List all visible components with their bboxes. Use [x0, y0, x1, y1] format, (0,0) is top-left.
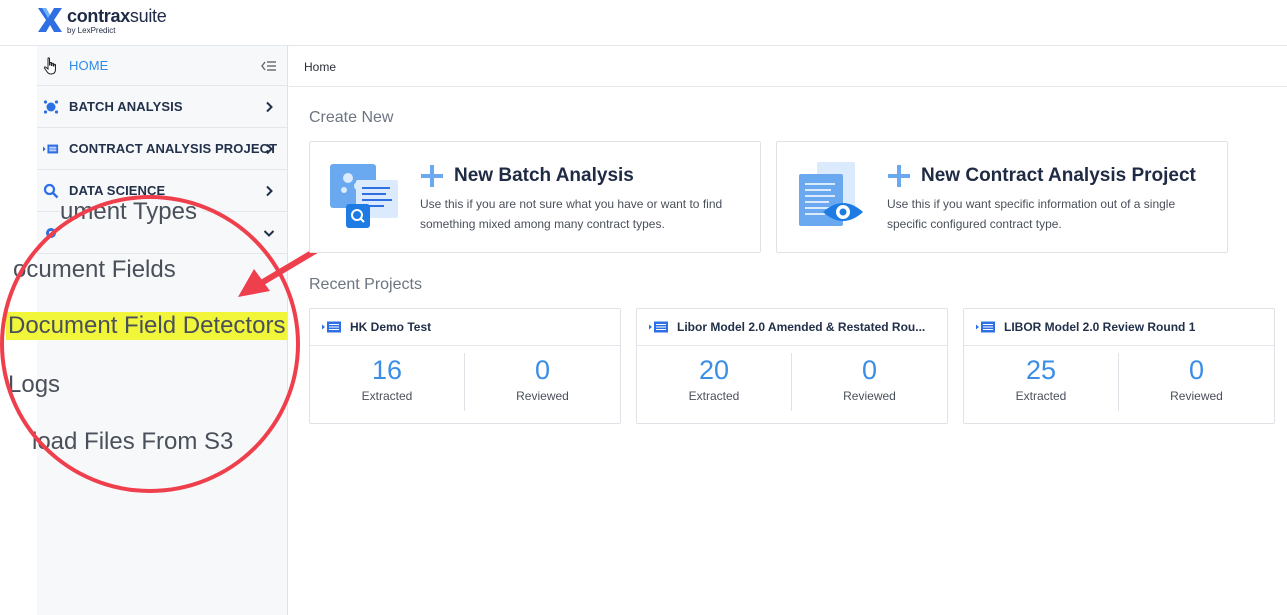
- card-description: Use this if you want specific informatio…: [887, 197, 1176, 231]
- sidebar-item-label: BATCH ANALYSIS: [69, 99, 183, 114]
- project-name: Libor Model 2.0 Amended & Restated Rou..…: [677, 320, 926, 334]
- chevron-right-icon: [266, 185, 273, 196]
- sidebar-item-contract-analysis-project[interactable]: CONTRACT ANALYSIS PROJECT: [37, 128, 287, 170]
- extracted-stat: 20 Extracted: [637, 353, 792, 411]
- extracted-label: Extracted: [1015, 389, 1067, 403]
- card-title-text: New Contract Analysis Project: [921, 165, 1196, 186]
- project-card-header: HK Demo Test: [310, 309, 620, 346]
- new-contract-analysis-project-card[interactable]: New Contract Analysis Project Use this i…: [776, 141, 1228, 253]
- project-card-header: LIBOR Model 2.0 Review Round 1: [964, 309, 1274, 346]
- reviewed-label: Reviewed: [516, 389, 569, 403]
- contract-project-illustration-icon: [799, 162, 863, 226]
- contract-project-icon: [649, 321, 668, 333]
- logo-name: contraxsuite: [67, 6, 167, 26]
- reviewed-stat: 0 Reviewed: [792, 353, 947, 411]
- extracted-count: 20: [698, 355, 730, 385]
- reviewed-count: 0: [1188, 355, 1205, 385]
- collapse-menu-icon[interactable]: [261, 59, 277, 73]
- sidebar-item-batch-analysis[interactable]: BATCH ANALYSIS: [37, 86, 287, 128]
- extracted-label: Extracted: [361, 389, 413, 403]
- reviewed-label: Reviewed: [843, 389, 896, 403]
- chevron-right-icon: [266, 143, 273, 154]
- reviewed-count: 0: [534, 355, 551, 385]
- hand-pointer-icon: [43, 56, 59, 75]
- card-title: New Batch Analysis: [420, 164, 634, 188]
- sidebar-item-label: HOME: [69, 58, 109, 73]
- extracted-stat: 16 Extracted: [310, 353, 465, 411]
- card-title-text: New Batch Analysis: [454, 165, 634, 186]
- contract-project-icon: [43, 141, 59, 157]
- project-name: HK Demo Test: [350, 320, 432, 334]
- plus-icon: [421, 165, 443, 187]
- extracted-count: 16: [371, 355, 403, 385]
- project-card-header: Libor Model 2.0 Amended & Restated Rou..…: [637, 309, 947, 346]
- contract-project-icon: [976, 321, 995, 333]
- new-batch-analysis-card[interactable]: New Batch Analysis Use this if you are n…: [309, 141, 761, 253]
- project-card[interactable]: Libor Model 2.0 Amended & Restated Rou..…: [636, 308, 948, 424]
- sidebar-item-home[interactable]: HOME: [37, 46, 287, 86]
- contract-project-icon: [322, 321, 341, 333]
- extracted-stat: 25 Extracted: [964, 353, 1119, 411]
- extracted-count: 25: [1025, 355, 1057, 385]
- create-new-heading: Create New: [309, 109, 394, 126]
- chevron-right-icon: [266, 101, 273, 112]
- reviewed-label: Reviewed: [1170, 389, 1223, 403]
- reviewed-count: 0: [861, 355, 878, 385]
- card-description: Use this if you are not sure what you ha…: [420, 197, 723, 231]
- top-header: contraxsuite by LexPredict: [0, 0, 1287, 46]
- plus-icon: [888, 165, 910, 187]
- project-card[interactable]: LIBOR Model 2.0 Review Round 1 25 Extrac…: [963, 308, 1275, 424]
- card-title: New Contract Analysis Project: [887, 164, 1196, 188]
- project-card[interactable]: HK Demo Test 16 Extracted 0 Reviewed: [309, 308, 621, 424]
- recent-projects-heading: Recent Projects: [309, 276, 422, 293]
- contraxsuite-logo[interactable]: contraxsuite by LexPredict: [37, 6, 167, 37]
- breadcrumb-bar: Home: [289, 46, 1287, 87]
- logo-subtitle: by LexPredict: [67, 26, 116, 35]
- reviewed-stat: 0 Reviewed: [465, 353, 620, 411]
- reviewed-stat: 0 Reviewed: [1119, 353, 1274, 411]
- contrax-x-logo-icon: [38, 8, 62, 32]
- sidebar-item-label: CONTRACT ANALYSIS PROJECT: [69, 141, 278, 156]
- batch-analysis-icon: [43, 99, 59, 115]
- search-icon: [43, 183, 59, 199]
- batch-analysis-illustration-icon: [330, 164, 398, 228]
- app-root: contraxsuite by LexPredict HOME BATCH AN…: [0, 0, 1287, 615]
- extracted-label: Extracted: [688, 389, 740, 403]
- breadcrumb[interactable]: Home: [304, 60, 336, 74]
- project-name: LIBOR Model 2.0 Review Round 1: [1004, 320, 1196, 334]
